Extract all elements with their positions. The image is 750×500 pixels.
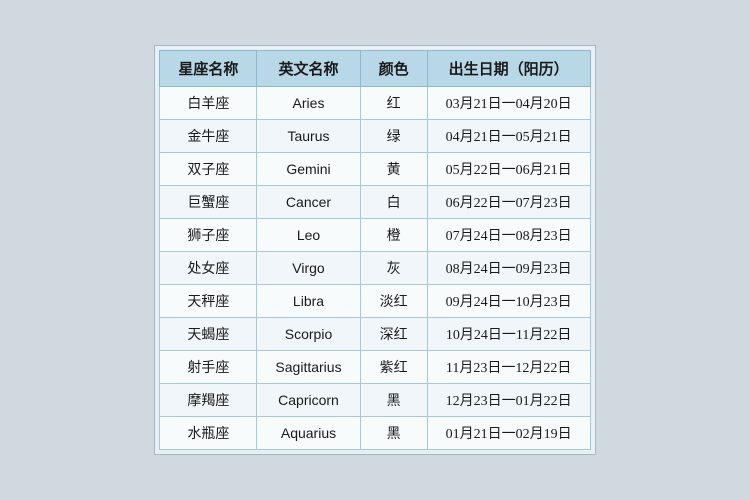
header-english-name: 英文名称 xyxy=(257,51,360,87)
zodiac-table: 星座名称 英文名称 颜色 出生日期（阳历） 白羊座Aries红03月21日一04… xyxy=(159,50,590,450)
cell-dates: 01月21日一02月19日 xyxy=(427,417,590,450)
cell-dates: 10月24日一11月22日 xyxy=(427,318,590,351)
table-row: 狮子座Leo橙07月24日一08月23日 xyxy=(160,219,590,252)
header-color: 颜色 xyxy=(360,51,427,87)
table-body: 白羊座Aries红03月21日一04月20日金牛座Taurus绿04月21日一0… xyxy=(160,87,590,450)
cell-chinese-name: 天蝎座 xyxy=(160,318,257,351)
cell-dates: 05月22日一06月21日 xyxy=(427,153,590,186)
table-row: 水瓶座Aquarius黑01月21日一02月19日 xyxy=(160,417,590,450)
header-chinese-name: 星座名称 xyxy=(160,51,257,87)
cell-color: 灰 xyxy=(360,252,427,285)
cell-english-name: Taurus xyxy=(257,120,360,153)
cell-english-name: Virgo xyxy=(257,252,360,285)
table-row: 射手座Sagittarius紫红11月23日一12月22日 xyxy=(160,351,590,384)
table-row: 双子座Gemini黄05月22日一06月21日 xyxy=(160,153,590,186)
cell-dates: 07月24日一08月23日 xyxy=(427,219,590,252)
zodiac-table-container: 星座名称 英文名称 颜色 出生日期（阳历） 白羊座Aries红03月21日一04… xyxy=(154,45,595,455)
cell-chinese-name: 水瓶座 xyxy=(160,417,257,450)
cell-chinese-name: 天秤座 xyxy=(160,285,257,318)
cell-english-name: Libra xyxy=(257,285,360,318)
cell-chinese-name: 巨蟹座 xyxy=(160,186,257,219)
cell-color: 红 xyxy=(360,87,427,120)
table-row: 处女座Virgo灰08月24日一09月23日 xyxy=(160,252,590,285)
table-row: 金牛座Taurus绿04月21日一05月21日 xyxy=(160,120,590,153)
cell-color: 橙 xyxy=(360,219,427,252)
cell-chinese-name: 双子座 xyxy=(160,153,257,186)
cell-chinese-name: 摩羯座 xyxy=(160,384,257,417)
cell-dates: 12月23日一01月22日 xyxy=(427,384,590,417)
cell-color: 深红 xyxy=(360,318,427,351)
cell-chinese-name: 处女座 xyxy=(160,252,257,285)
table-row: 天蝎座Scorpio深红10月24日一11月22日 xyxy=(160,318,590,351)
cell-color: 黄 xyxy=(360,153,427,186)
header-dates: 出生日期（阳历） xyxy=(427,51,590,87)
cell-chinese-name: 狮子座 xyxy=(160,219,257,252)
table-header-row: 星座名称 英文名称 颜色 出生日期（阳历） xyxy=(160,51,590,87)
cell-english-name: Aries xyxy=(257,87,360,120)
cell-color: 紫红 xyxy=(360,351,427,384)
cell-english-name: Scorpio xyxy=(257,318,360,351)
cell-color: 黑 xyxy=(360,417,427,450)
cell-english-name: Aquarius xyxy=(257,417,360,450)
cell-color: 绿 xyxy=(360,120,427,153)
cell-chinese-name: 白羊座 xyxy=(160,87,257,120)
cell-dates: 06月22日一07月23日 xyxy=(427,186,590,219)
cell-english-name: Gemini xyxy=(257,153,360,186)
cell-dates: 03月21日一04月20日 xyxy=(427,87,590,120)
table-row: 白羊座Aries红03月21日一04月20日 xyxy=(160,87,590,120)
cell-english-name: Leo xyxy=(257,219,360,252)
table-row: 摩羯座Capricorn黑12月23日一01月22日 xyxy=(160,384,590,417)
cell-dates: 11月23日一12月22日 xyxy=(427,351,590,384)
cell-color: 白 xyxy=(360,186,427,219)
table-row: 巨蟹座Cancer白06月22日一07月23日 xyxy=(160,186,590,219)
cell-color: 黑 xyxy=(360,384,427,417)
cell-english-name: Capricorn xyxy=(257,384,360,417)
cell-english-name: Cancer xyxy=(257,186,360,219)
cell-chinese-name: 金牛座 xyxy=(160,120,257,153)
cell-english-name: Sagittarius xyxy=(257,351,360,384)
cell-dates: 09月24日一10月23日 xyxy=(427,285,590,318)
cell-color: 淡红 xyxy=(360,285,427,318)
cell-dates: 04月21日一05月21日 xyxy=(427,120,590,153)
table-row: 天秤座Libra淡红09月24日一10月23日 xyxy=(160,285,590,318)
cell-chinese-name: 射手座 xyxy=(160,351,257,384)
cell-dates: 08月24日一09月23日 xyxy=(427,252,590,285)
